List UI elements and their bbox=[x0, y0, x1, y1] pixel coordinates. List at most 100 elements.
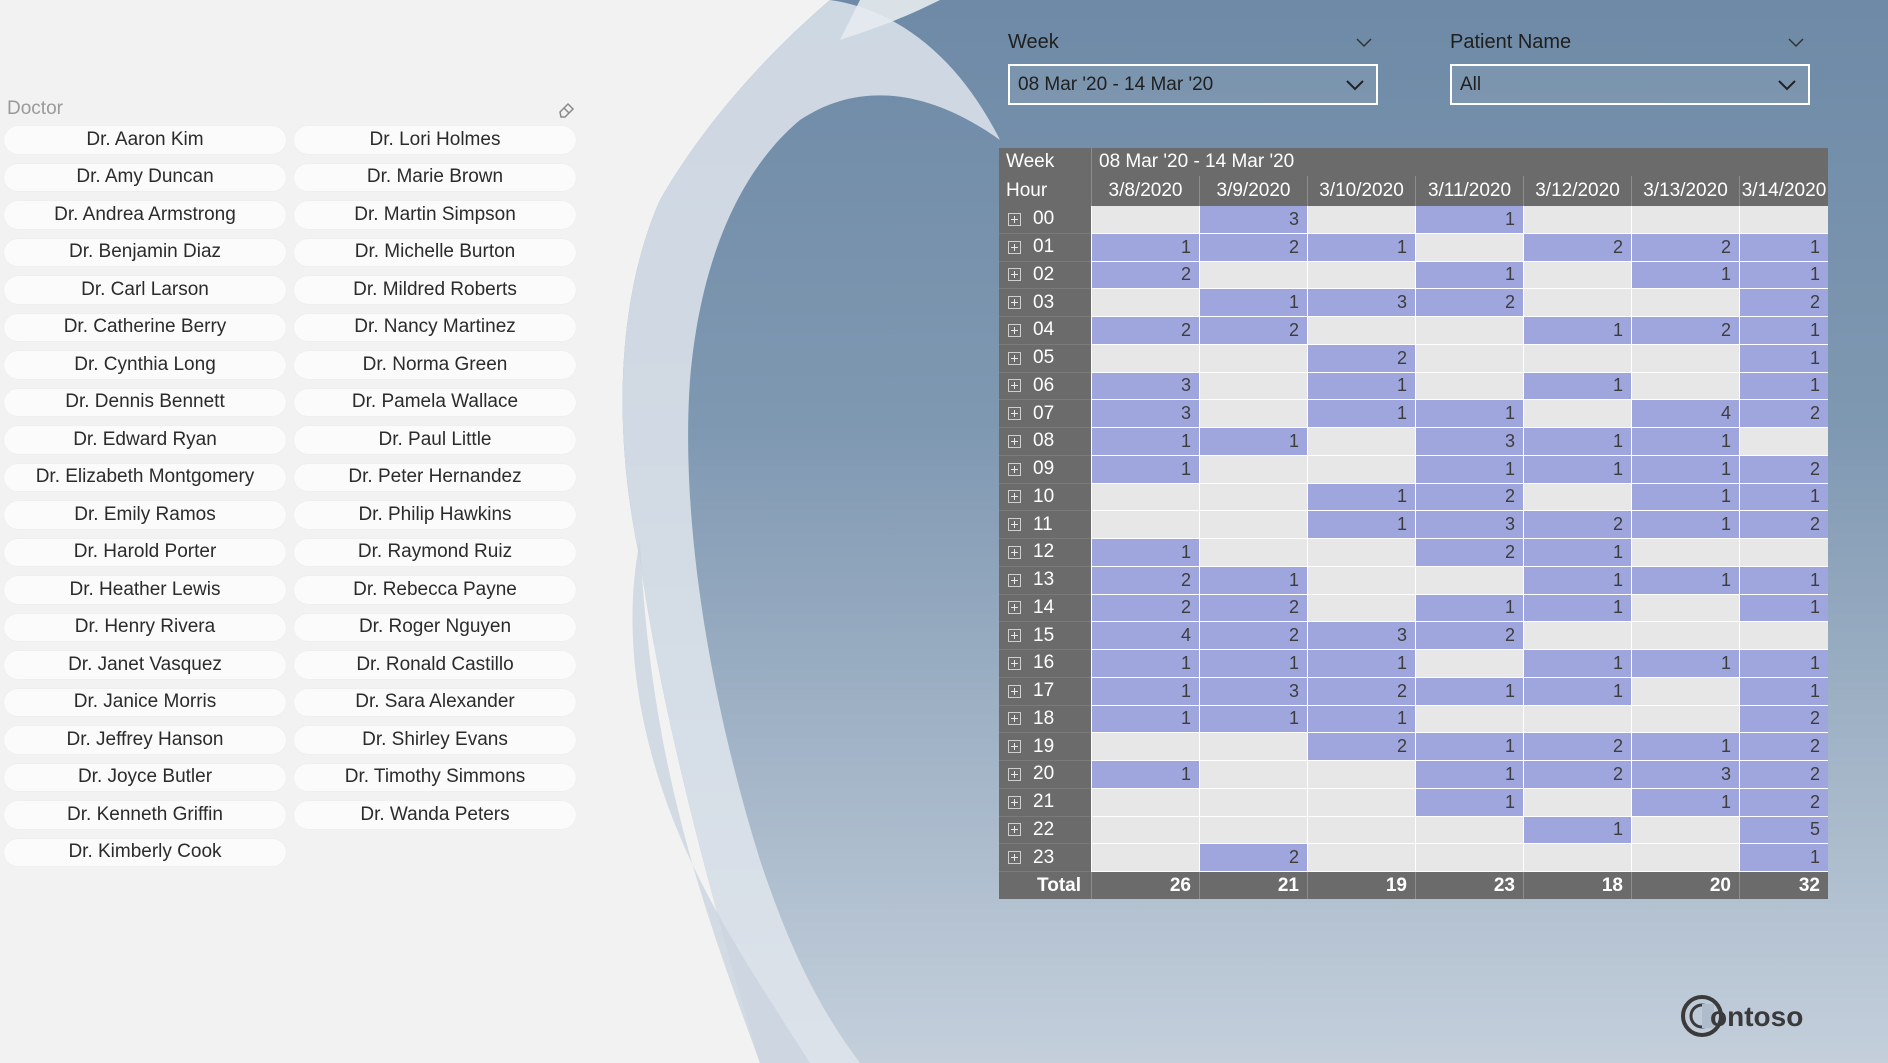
matrix-cell[interactable] bbox=[1307, 594, 1415, 623]
matrix-cell[interactable] bbox=[1307, 761, 1415, 789]
matrix-cell[interactable]: 1 bbox=[1739, 650, 1828, 678]
matrix-cell[interactable] bbox=[1739, 206, 1828, 234]
matrix-cell[interactable]: 1 bbox=[1199, 705, 1307, 734]
matrix-cell[interactable]: 1 bbox=[1523, 677, 1631, 706]
matrix-cell[interactable]: 1 bbox=[1631, 788, 1739, 817]
matrix-cell[interactable]: 1 bbox=[1091, 233, 1199, 262]
matrix-cell[interactable]: 2 bbox=[1199, 233, 1307, 262]
matrix-cell[interactable]: 3 bbox=[1091, 400, 1199, 428]
matrix-cell[interactable]: 1 bbox=[1631, 261, 1739, 290]
matrix-cell[interactable]: 1 bbox=[1523, 539, 1631, 567]
date-column-header[interactable]: 3/13/2020 bbox=[1631, 176, 1739, 206]
matrix-cell[interactable] bbox=[1415, 816, 1523, 845]
matrix-cell[interactable] bbox=[1199, 816, 1307, 845]
matrix-cell[interactable] bbox=[1091, 733, 1199, 761]
matrix-cell[interactable] bbox=[1631, 289, 1739, 317]
matrix-cell[interactable] bbox=[1307, 566, 1415, 595]
matrix-cell[interactable] bbox=[1199, 788, 1307, 817]
matrix-cell[interactable]: 1 bbox=[1307, 233, 1415, 262]
matrix-cell[interactable] bbox=[1091, 816, 1199, 845]
doctor-item[interactable]: Dr. Edward Ryan bbox=[4, 426, 286, 454]
matrix-cell[interactable] bbox=[1523, 400, 1631, 428]
matrix-cell[interactable]: 2 bbox=[1199, 622, 1307, 650]
matrix-cell[interactable] bbox=[1199, 733, 1307, 761]
matrix-cell[interactable]: 2 bbox=[1091, 594, 1199, 623]
matrix-cell[interactable] bbox=[1091, 511, 1199, 539]
doctor-item[interactable]: Dr. Cynthia Long bbox=[4, 351, 286, 379]
doctor-item[interactable]: Dr. Ronald Castillo bbox=[294, 651, 576, 679]
matrix-cell[interactable]: 3 bbox=[1199, 677, 1307, 706]
expand-plus-icon[interactable] bbox=[1008, 740, 1021, 754]
matrix-cell[interactable]: 3 bbox=[1199, 206, 1307, 234]
matrix-cell[interactable] bbox=[1523, 206, 1631, 234]
matrix-cell[interactable]: 1 bbox=[1631, 566, 1739, 595]
doctor-item[interactable]: Dr. Joyce Butler bbox=[4, 763, 286, 791]
matrix-cell[interactable] bbox=[1199, 539, 1307, 567]
matrix-cell[interactable] bbox=[1631, 677, 1739, 706]
matrix-cell[interactable]: 2 bbox=[1523, 761, 1631, 789]
matrix-cell[interactable] bbox=[1091, 206, 1199, 234]
matrix-cell[interactable] bbox=[1199, 261, 1307, 290]
matrix-cell[interactable]: 2 bbox=[1523, 733, 1631, 761]
doctor-item[interactable]: Dr. Lori Holmes bbox=[294, 126, 576, 154]
matrix-cell[interactable] bbox=[1415, 566, 1523, 595]
matrix-cell[interactable]: 1 bbox=[1631, 483, 1739, 512]
matrix-cell[interactable]: 1 bbox=[1307, 650, 1415, 678]
matrix-cell[interactable] bbox=[1307, 317, 1415, 345]
matrix-cell[interactable]: 1 bbox=[1523, 317, 1631, 345]
matrix-cell[interactable] bbox=[1415, 650, 1523, 678]
doctor-item[interactable]: Dr. Peter Hernandez bbox=[294, 463, 576, 491]
doctor-item[interactable]: Dr. Philip Hawkins bbox=[294, 501, 576, 529]
expand-plus-icon[interactable] bbox=[1008, 240, 1021, 254]
matrix-cell[interactable]: 1 bbox=[1739, 372, 1828, 401]
doctor-item[interactable]: Dr. Martin Simpson bbox=[294, 201, 576, 229]
matrix-cell[interactable]: 1 bbox=[1631, 650, 1739, 678]
matrix-cell[interactable]: 1 bbox=[1739, 677, 1828, 706]
matrix-cell[interactable]: 1 bbox=[1091, 761, 1199, 789]
matrix-cell[interactable] bbox=[1307, 206, 1415, 234]
matrix-cell[interactable]: 1 bbox=[1631, 428, 1739, 456]
doctor-item[interactable]: Dr. Catherine Berry bbox=[4, 313, 286, 341]
matrix-cell[interactable]: 1 bbox=[1739, 261, 1828, 290]
matrix-cell[interactable] bbox=[1631, 705, 1739, 734]
doctor-item[interactable]: Dr. Nancy Martinez bbox=[294, 313, 576, 341]
matrix-cell[interactable]: 2 bbox=[1199, 594, 1307, 623]
matrix-cell[interactable] bbox=[1631, 539, 1739, 567]
expand-plus-icon[interactable] bbox=[1008, 601, 1021, 615]
expand-plus-icon[interactable] bbox=[1008, 268, 1021, 282]
matrix-cell[interactable] bbox=[1199, 483, 1307, 512]
matrix-cell[interactable] bbox=[1199, 761, 1307, 789]
matrix-cell[interactable]: 1 bbox=[1523, 594, 1631, 623]
expand-plus-icon[interactable] bbox=[1008, 684, 1021, 698]
matrix-cell[interactable] bbox=[1091, 844, 1199, 872]
doctor-item[interactable]: Dr. Sara Alexander bbox=[294, 688, 576, 716]
doctor-item[interactable]: Dr. Elizabeth Montgomery bbox=[4, 463, 286, 491]
date-column-header[interactable]: 3/12/2020 bbox=[1523, 176, 1631, 206]
doctor-item[interactable]: Dr. Dennis Bennett bbox=[4, 388, 286, 416]
matrix-cell[interactable]: 1 bbox=[1523, 650, 1631, 678]
matrix-cell[interactable] bbox=[1199, 400, 1307, 428]
matrix-cell[interactable] bbox=[1307, 539, 1415, 567]
matrix-cell[interactable]: 1 bbox=[1307, 372, 1415, 401]
doctor-item[interactable]: Dr. Pamela Wallace bbox=[294, 388, 576, 416]
doctor-item[interactable]: Dr. Janet Vasquez bbox=[4, 651, 286, 679]
matrix-cell[interactable] bbox=[1091, 788, 1199, 817]
matrix-cell[interactable] bbox=[1631, 344, 1739, 373]
matrix-cell[interactable]: 1 bbox=[1307, 400, 1415, 428]
doctor-item[interactable]: Dr. Janice Morris bbox=[4, 688, 286, 716]
matrix-cell[interactable] bbox=[1631, 844, 1739, 872]
expand-plus-icon[interactable] bbox=[1008, 462, 1021, 476]
matrix-cell[interactable]: 2 bbox=[1091, 566, 1199, 595]
date-column-header[interactable]: 3/10/2020 bbox=[1307, 176, 1415, 206]
date-column-header[interactable]: 3/8/2020 bbox=[1091, 176, 1199, 206]
matrix-cell[interactable]: 3 bbox=[1631, 761, 1739, 789]
matrix-cell[interactable] bbox=[1091, 344, 1199, 373]
matrix-cell[interactable]: 1 bbox=[1415, 206, 1523, 234]
doctor-item[interactable]: Dr. Henry Rivera bbox=[4, 613, 286, 641]
matrix-cell[interactable]: 2 bbox=[1307, 677, 1415, 706]
matrix-cell[interactable] bbox=[1415, 372, 1523, 401]
matrix-cell[interactable]: 2 bbox=[1739, 788, 1828, 817]
matrix-cell[interactable] bbox=[1523, 844, 1631, 872]
matrix-cell[interactable]: 1 bbox=[1199, 566, 1307, 595]
matrix-cell[interactable]: 1 bbox=[1739, 594, 1828, 623]
